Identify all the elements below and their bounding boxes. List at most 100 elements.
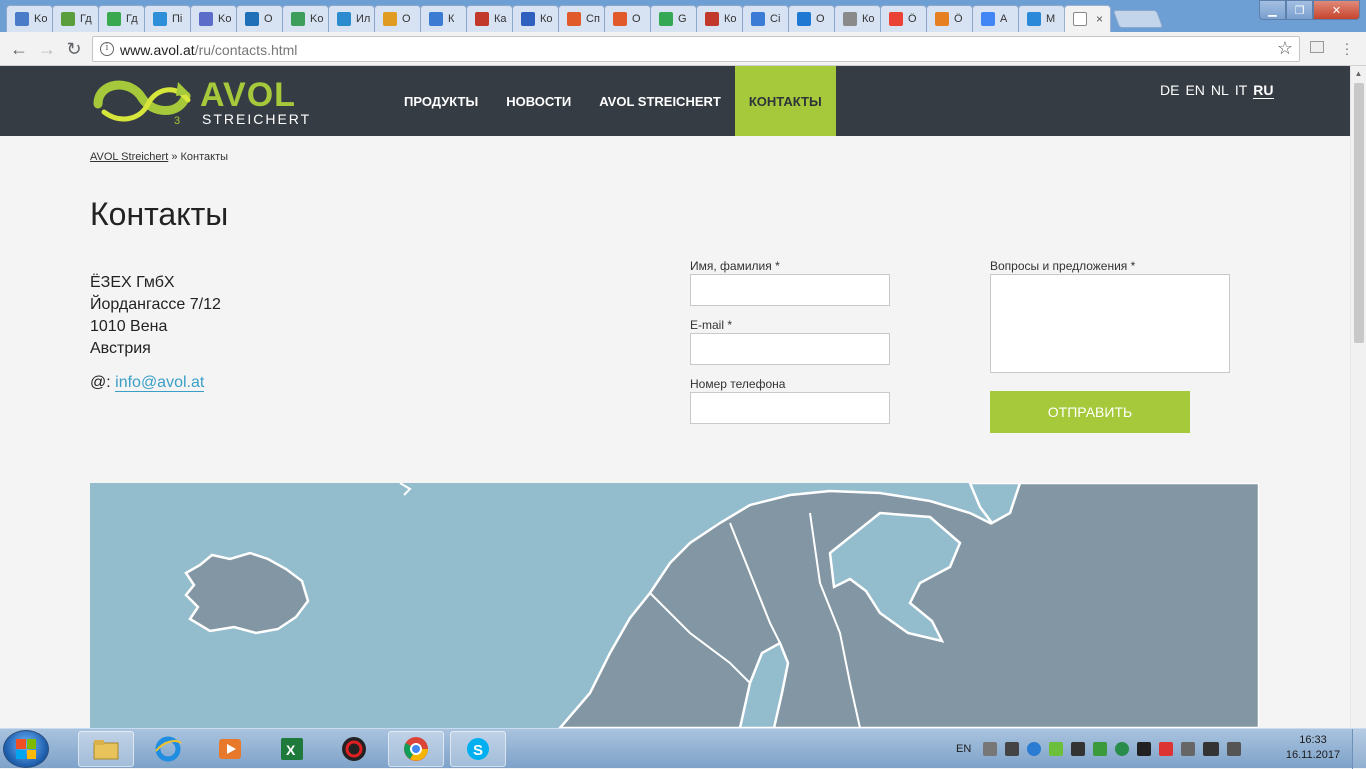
phone-field[interactable] [690,392,890,424]
scroll-thumb[interactable] [1354,83,1364,343]
mail-extension-icon[interactable] [1310,41,1324,53]
forward-icon[interactable]: → [36,38,58,60]
browser-tab[interactable]: Ко [696,5,743,32]
new-tab-button[interactable] [1112,10,1164,28]
clock[interactable]: 16:33 16.11.2017 [1282,733,1344,763]
reload-icon[interactable]: ↻ [63,38,85,60]
lang-nl[interactable]: NL [1211,82,1229,99]
email-field[interactable] [690,333,890,365]
city: 1010 Вена [90,318,168,335]
tab-title: М [1046,13,1056,25]
close-window-button[interactable]: ✕ [1313,0,1360,20]
maximize-button[interactable]: ❐ [1286,0,1313,20]
browser-tab[interactable]: О [788,5,835,32]
browser-tab[interactable]: Сп [558,5,605,32]
browser-tab[interactable]: Ö [926,5,973,32]
browser-tab[interactable]: М [1018,5,1065,32]
breadcrumb-separator: » [171,151,178,163]
browser-tab[interactable]: Ko [6,5,53,32]
location-map[interactable] [90,483,1259,728]
internet-explorer-app[interactable] [140,731,196,767]
browser-tab[interactable]: О [374,5,421,32]
back-icon[interactable]: ← [8,38,30,60]
tab-title: G [678,13,687,25]
explorer-app[interactable] [78,731,134,767]
browser-tab[interactable]: Сі [742,5,789,32]
excel-app[interactable]: X [264,731,320,767]
browser-tab[interactable]: Ил [328,5,375,32]
close-tab-icon[interactable]: × [1096,12,1103,26]
url-path: /ru/contacts.html [194,42,298,58]
show-desktop-button[interactable] [1352,729,1366,769]
lang-ru[interactable]: RU [1253,82,1274,99]
browser-tab[interactable]: G [650,5,697,32]
teamviewer-icon[interactable] [1027,742,1042,756]
tab-list: Ko Гд Гд Пі Ko O Ko Ил О К Ка Ко Сп О G Ко Сі О Ко Ö Ö А М × [6,3,1164,32]
info-icon[interactable]: i [100,42,114,56]
page-scrollbar[interactable]: ▲ [1350,66,1366,728]
network-tool-icon[interactable] [1005,742,1020,756]
tab-favicon-icon [705,12,719,26]
browser-tab[interactable]: Ко [834,5,881,32]
browser-tab[interactable]: Гд [52,5,99,32]
browser-tab[interactable]: Ko [190,5,237,32]
chrome-app[interactable] [388,731,444,767]
tab-favicon-icon [245,12,259,26]
lang-it[interactable]: IT [1235,82,1247,99]
browser-tab[interactable]: А [972,5,1019,32]
start-button[interactable] [3,730,49,768]
browser-tab[interactable]: К [420,5,467,32]
address-bar[interactable]: i www.avol.at/ru/contacts.html ☆ [92,36,1300,62]
volume-icon[interactable] [1227,742,1242,756]
browser-tab[interactable]: Ка [466,5,513,32]
media-player-app[interactable] [202,731,258,767]
tab-favicon-icon [337,12,351,26]
app-tray-icon[interactable] [1049,742,1064,756]
browser-tab[interactable]: О [604,5,651,32]
nav-item-news[interactable]: НОВОСТИ [492,66,585,136]
breadcrumb-home-link[interactable]: AVOL Streichert [90,151,168,163]
message-textarea[interactable] [990,274,1230,373]
tab-title: Ko [310,13,324,25]
nav-item-products[interactable]: ПРОДУКТЫ [390,66,492,136]
bookmark-star-icon[interactable]: ☆ [1277,38,1293,59]
page-title: Контакты [90,196,229,232]
scroll-up-icon[interactable]: ▲ [1351,66,1366,82]
browser-tab[interactable]: Ко [512,5,559,32]
url-text[interactable]: www.avol.at/ru/contacts.html [120,42,297,58]
submit-button[interactable]: ОТПРАВИТЬ [990,391,1190,433]
browser-tab[interactable]: O [236,5,283,32]
browser-menu-icon[interactable]: · · · [1344,36,1350,60]
monitor-icon[interactable] [1071,742,1086,756]
tab-favicon-icon [889,12,903,26]
tab-favicon-icon [613,12,627,26]
browser-tab-active[interactable]: × [1064,5,1111,32]
gear-tray-icon[interactable] [1137,742,1152,756]
email-link[interactable]: info@avol.at [115,374,205,392]
skype-icon: S [467,738,489,760]
e-tray-icon[interactable] [1115,742,1130,756]
page-viewport: 3 AVOL STREICHERT ПРОДУКТЫ НОВОСТИ AVOL … [0,66,1350,728]
flag-tray-icon[interactable] [1159,742,1174,756]
nav-item-contacts[interactable]: КОНТАКТЫ [734,66,836,136]
input-language[interactable]: EN [956,743,971,755]
tab-favicon-icon [291,12,305,26]
printer-icon[interactable] [983,742,998,756]
browser-tab[interactable]: Пі [144,5,191,32]
tab-title: К [448,13,455,25]
tab-title: А [1000,13,1008,25]
lang-de[interactable]: DE [1160,82,1179,99]
name-field[interactable] [690,274,890,306]
minimize-button[interactable]: ▁ [1259,0,1286,20]
site-logo[interactable]: 3 AVOL STREICHERT [90,74,309,128]
browser-tab[interactable]: Гд [98,5,145,32]
signal-icon[interactable] [1203,742,1220,756]
nav-item-about[interactable]: AVOL STREICHERT [585,66,735,136]
usb-icon[interactable] [1181,742,1196,756]
excel-tray-icon[interactable] [1093,742,1108,756]
security-app[interactable] [326,731,382,767]
skype-app[interactable]: S [450,731,506,767]
browser-tab[interactable]: Ö [880,5,927,32]
browser-tab[interactable]: Ko [282,5,329,32]
lang-en[interactable]: EN [1185,82,1204,99]
